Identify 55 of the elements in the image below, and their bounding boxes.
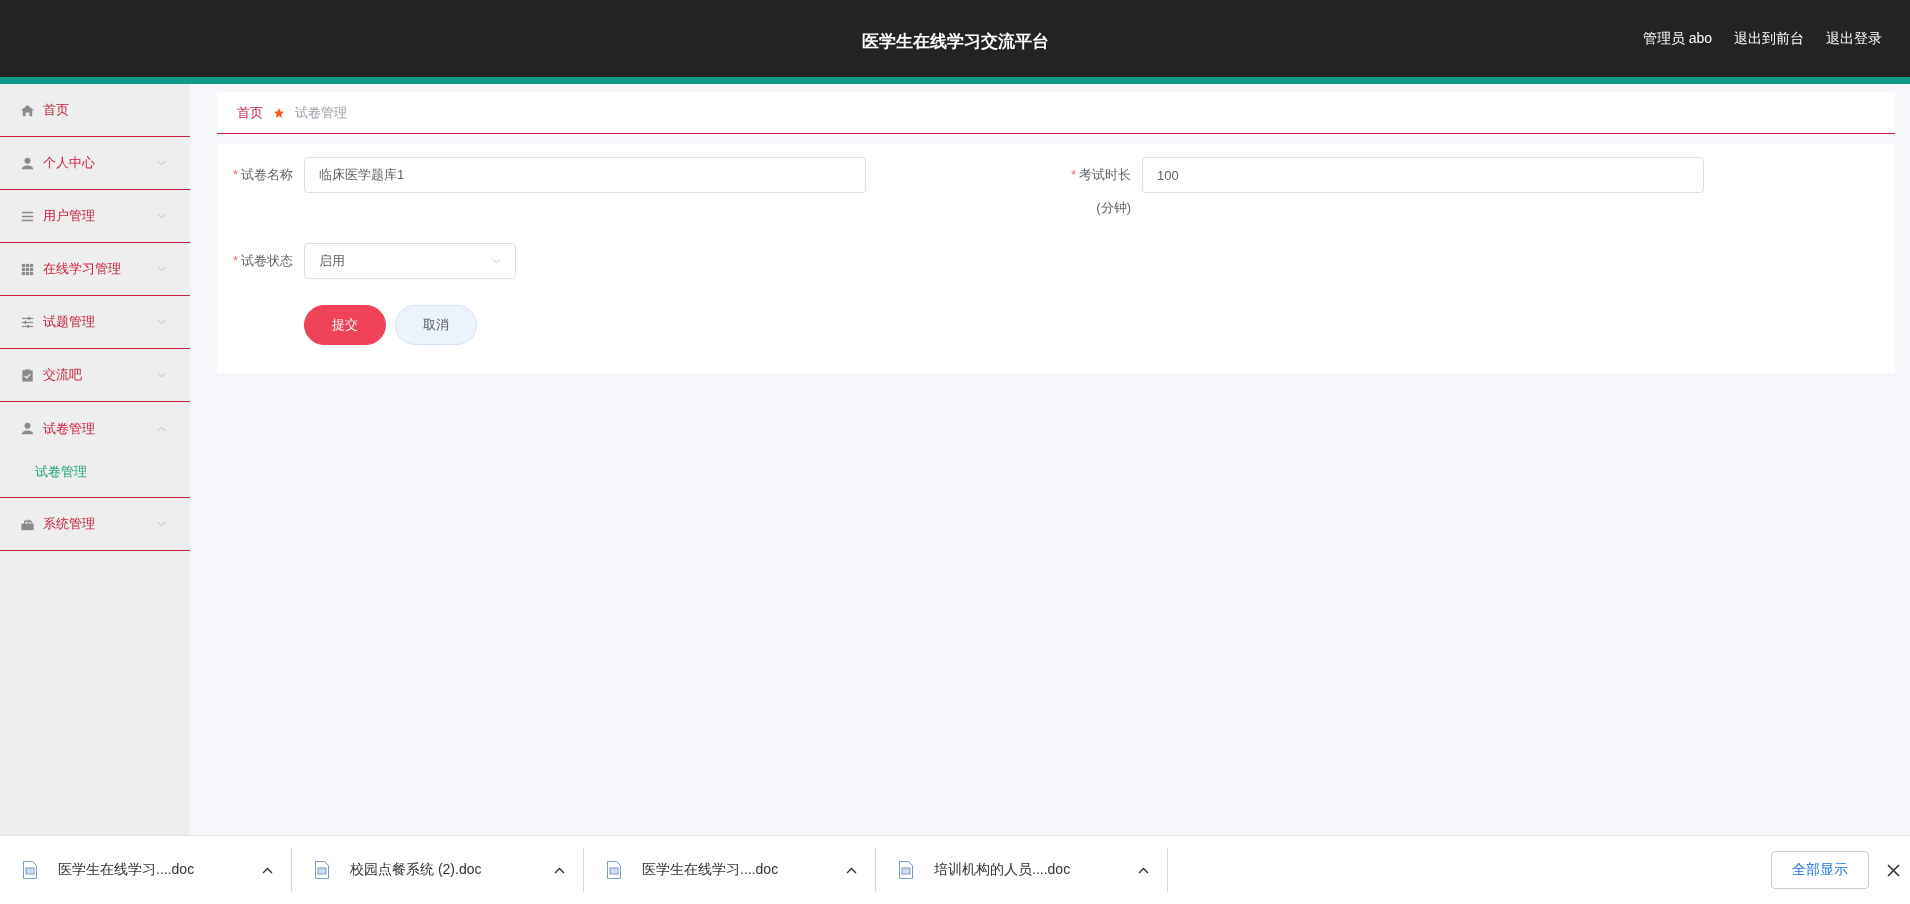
document-icon	[22, 860, 38, 880]
field-label: 试卷状态	[241, 252, 293, 270]
close-icon[interactable]	[1887, 863, 1900, 877]
sidebar-item[interactable]: 在线学习管理	[0, 243, 190, 296]
input-field[interactable]: 临床医学题库1	[304, 157, 866, 193]
user-icon	[20, 155, 35, 171]
sidebar-item[interactable]: 个人中心	[0, 137, 190, 190]
header-link[interactable]: 退出登录	[1826, 29, 1882, 48]
header-link[interactable]: 退出到前台	[1734, 29, 1804, 48]
chevron-icon	[157, 266, 166, 272]
grid-icon	[20, 261, 35, 277]
download-item[interactable]: 医学生在线学习....doc	[584, 848, 876, 892]
field-label: 试卷名称	[241, 166, 293, 184]
chevron-icon	[157, 213, 166, 219]
user-icon	[20, 421, 35, 436]
chevron-icon	[157, 425, 166, 432]
required-mark: *	[1070, 166, 1076, 184]
download-item[interactable]: 培训机构的人员....doc	[876, 848, 1168, 892]
input-field[interactable]: 100	[1142, 157, 1704, 193]
submit-button[interactable]: 提交	[304, 305, 386, 345]
caret-icon	[1138, 866, 1149, 874]
sidebar-item[interactable]: 用户管理	[0, 190, 190, 243]
caret-icon	[262, 866, 273, 874]
sidebar-item[interactable]: 交流吧	[0, 349, 190, 402]
field-label: 考试时长	[1079, 166, 1131, 184]
home-icon	[20, 102, 35, 118]
unit-label: (分钟)	[1096, 199, 1131, 217]
breadcrumb-item: 试卷管理	[295, 103, 347, 122]
chevron-icon	[157, 319, 166, 325]
chevron-icon	[157, 521, 166, 527]
header-link[interactable]: 管理员 abo	[1642, 29, 1712, 48]
sidebar-item[interactable]: 首页	[0, 84, 190, 137]
star-icon	[273, 106, 285, 119]
required-mark: *	[232, 166, 238, 184]
caret-icon	[846, 866, 857, 874]
chevron-icon	[157, 160, 166, 166]
chevron-icon	[157, 372, 166, 378]
sidebar-item[interactable]: 试题管理	[0, 296, 190, 349]
download-item[interactable]: 医学生在线学习....doc	[0, 848, 292, 892]
chevron-icon	[492, 258, 501, 264]
breadcrumb-item[interactable]: 首页	[237, 103, 263, 122]
status-select[interactable]: 启用	[304, 243, 516, 279]
sidebar-item[interactable]: 试卷管理	[0, 402, 190, 455]
app-title: 医学生在线学习交流平台	[861, 32, 1049, 51]
download-item[interactable]: 校园点餐系统 (2).doc	[292, 848, 584, 892]
document-icon	[314, 860, 330, 880]
document-icon	[606, 860, 622, 880]
sidebar-item[interactable]: 系统管理	[0, 498, 190, 551]
show-all-button[interactable]: 全部显示	[1771, 851, 1869, 889]
cancel-button[interactable]: 取消	[395, 305, 477, 345]
clipboard-icon	[20, 367, 35, 383]
document-icon	[898, 860, 914, 880]
caret-icon	[554, 866, 565, 874]
required-mark: *	[232, 252, 238, 270]
sliders-icon	[20, 314, 35, 330]
